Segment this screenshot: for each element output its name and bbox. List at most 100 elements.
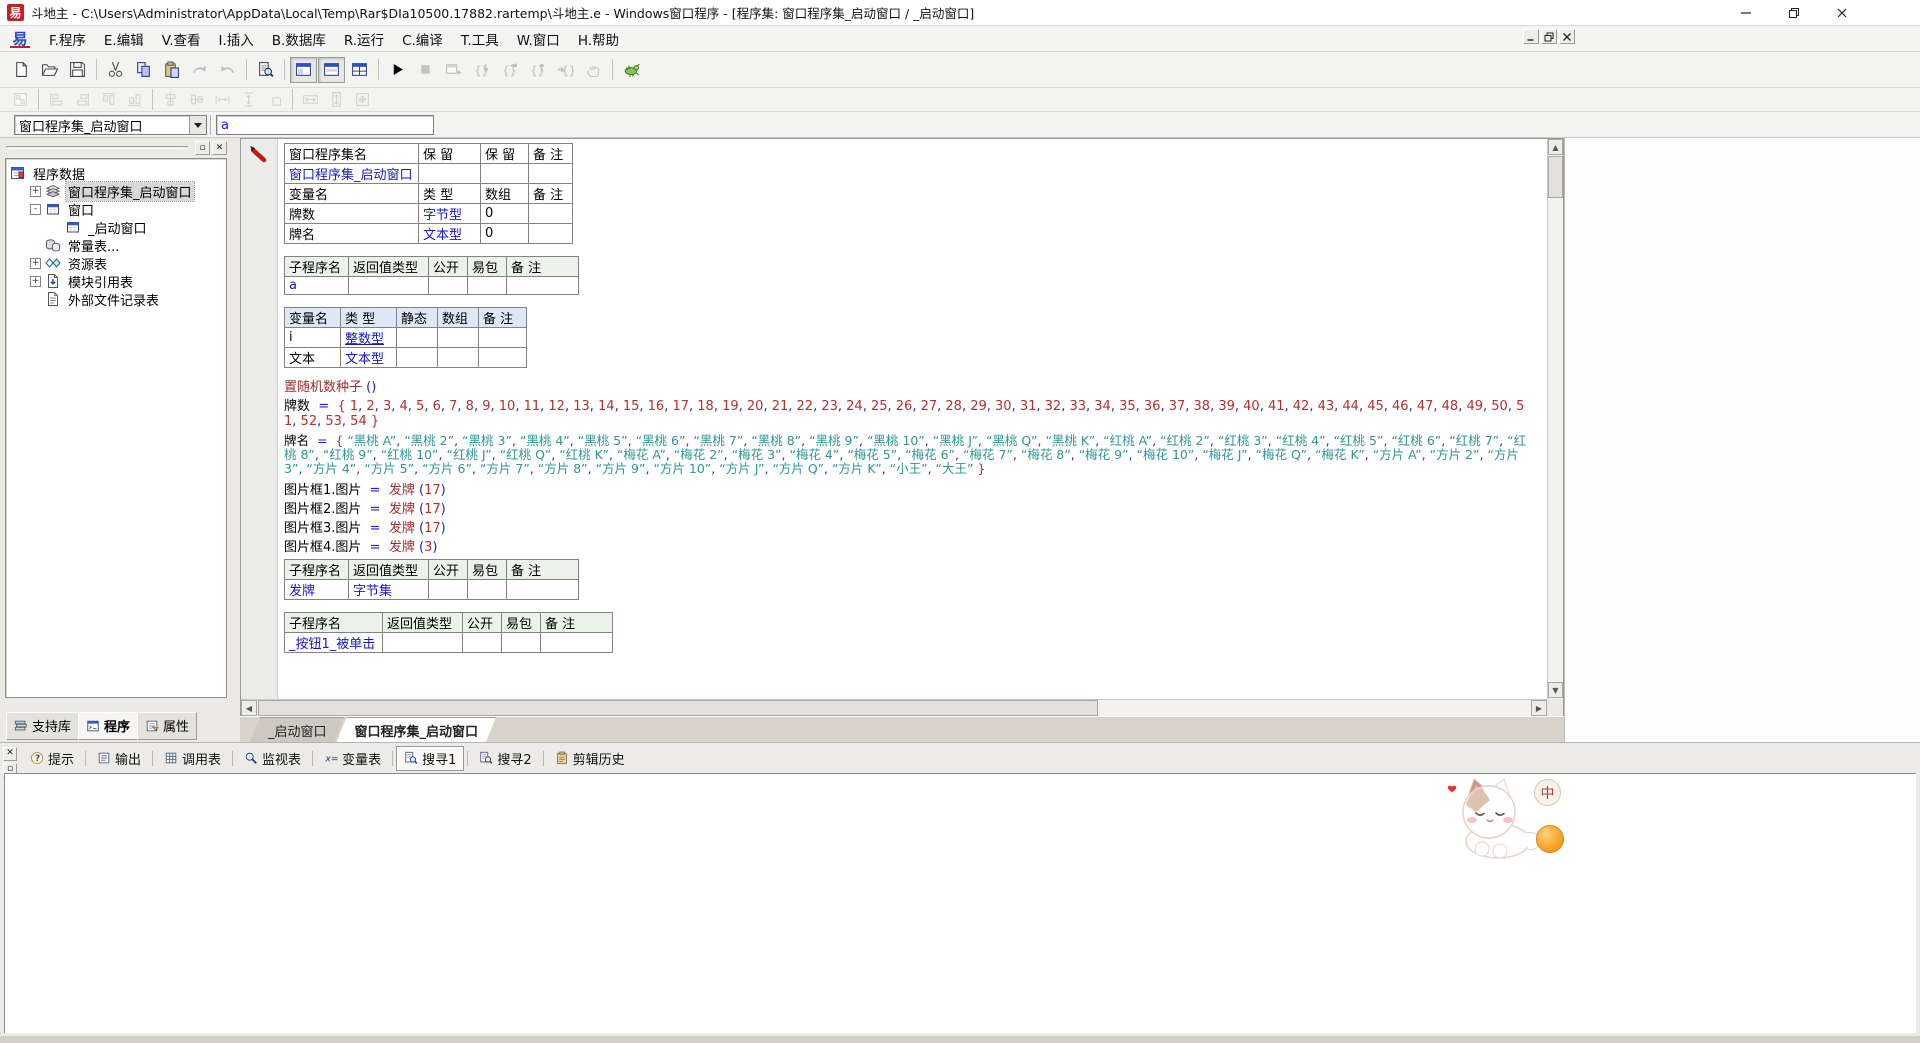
- table-cell[interactable]: [468, 277, 507, 295]
- table-cell[interactable]: 文本: [285, 348, 341, 368]
- table-cell[interactable]: 易包: [468, 560, 507, 580]
- table-cell[interactable]: [429, 580, 468, 600]
- output-tab-调用表[interactable]: 调用表: [156, 746, 229, 771]
- table-cell[interactable]: [541, 633, 613, 653]
- paste-button[interactable]: [158, 57, 185, 83]
- table-cell[interactable]: 备 注: [479, 308, 527, 328]
- table-cell[interactable]: 牌名: [285, 224, 419, 244]
- table-cell[interactable]: 文本型: [419, 224, 481, 244]
- widget-box-button[interactable]: [8, 89, 33, 110]
- table-cell[interactable]: 子程序名: [285, 613, 383, 633]
- helper-bug-button[interactable]: [618, 57, 645, 83]
- tree-expander[interactable]: +: [30, 276, 41, 287]
- scroll-up-icon[interactable]: ▲: [1548, 139, 1563, 155]
- assembly-combo[interactable]: 窗口程序集_启动窗口: [14, 115, 207, 135]
- dock-close-button[interactable]: ✕: [212, 141, 227, 155]
- table-cell[interactable]: 文本型: [341, 348, 397, 368]
- table-cell[interactable]: 保 留: [419, 144, 481, 164]
- center-h-button[interactable]: [158, 89, 183, 110]
- close-button[interactable]: [1818, 0, 1866, 26]
- vertical-scrollbar-thumb[interactable]: [1548, 156, 1563, 198]
- table-cell[interactable]: 公开: [463, 613, 502, 633]
- table-cell[interactable]: 字节型: [419, 204, 481, 224]
- tree-item[interactable]: +模块引用表: [6, 272, 226, 290]
- space-h-button[interactable]: [210, 89, 235, 110]
- table-cell[interactable]: 数组: [438, 308, 479, 328]
- table-cell[interactable]: [429, 277, 468, 295]
- vertical-scrollbar[interactable]: ▲ ▼: [1547, 139, 1563, 699]
- output-content[interactable]: [4, 773, 1916, 1033]
- table-cell[interactable]: [419, 164, 481, 184]
- table-cell[interactable]: 公开: [429, 560, 468, 580]
- output-tab-监视表[interactable]: 监视表: [236, 746, 309, 771]
- open-file-button[interactable]: [36, 57, 63, 83]
- same-size-button[interactable]: [350, 89, 375, 110]
- mdi-restore-button[interactable]: [1541, 29, 1557, 44]
- code-line[interactable]: 图片框2.图片 = 发牌 (17): [284, 500, 1536, 519]
- table-cell[interactable]: [529, 224, 573, 244]
- same-height-button[interactable]: [324, 89, 349, 110]
- table-cell[interactable]: 类 型: [341, 308, 397, 328]
- output-tab-输出[interactable]: 输出: [89, 746, 149, 771]
- table-cell[interactable]: 返回值类型: [349, 560, 429, 580]
- view-grid-button[interactable]: [346, 57, 373, 83]
- table-cell[interactable]: 返回值类型: [349, 257, 429, 277]
- dock-tab-支持库[interactable]: 支持库: [6, 712, 79, 740]
- ime-orange-badge[interactable]: [1536, 825, 1564, 853]
- table-cell[interactable]: 变量名: [285, 308, 341, 328]
- space-v-button[interactable]: [236, 89, 261, 110]
- table-cell[interactable]: 字节集: [349, 580, 429, 600]
- menu-item[interactable]: C.编译: [393, 27, 452, 51]
- editor-viewport[interactable]: 窗口程序集名保 留保 留备 注窗口程序集_启动窗口变量名类 型数组备 注牌数字节…: [278, 139, 1549, 699]
- ime-language-badge[interactable]: 中: [1534, 779, 1561, 806]
- menu-item[interactable]: V.查看: [153, 27, 210, 51]
- snap-grid-button[interactable]: [262, 89, 287, 110]
- view-split-button[interactable]: [318, 57, 345, 83]
- new-file-button[interactable]: [8, 57, 35, 83]
- stop-button[interactable]: [412, 57, 439, 83]
- menu-item[interactable]: W.窗口: [508, 27, 569, 51]
- table-cell[interactable]: 窗口程序集名: [285, 144, 419, 164]
- code-line[interactable]: 图片框3.图片 = 发牌 (17): [284, 519, 1536, 538]
- undo-button[interactable]: [214, 57, 241, 83]
- run-to-cursor-button[interactable]: {}: [552, 57, 579, 83]
- table-cell[interactable]: 变量名: [285, 184, 419, 204]
- expression-input[interactable]: [216, 115, 434, 135]
- table-cell[interactable]: 0: [481, 224, 529, 244]
- tree-item[interactable]: 程序数据: [6, 164, 226, 182]
- table-cell[interactable]: [397, 328, 438, 348]
- menu-item[interactable]: E.编辑: [95, 27, 153, 51]
- table-cell[interactable]: [529, 204, 573, 224]
- table-cell[interactable]: 数组: [481, 184, 529, 204]
- dock-float-button[interactable]: ▫: [195, 141, 210, 155]
- table-cell[interactable]: 备 注: [507, 257, 579, 277]
- table-cell[interactable]: [463, 633, 502, 653]
- table-cell[interactable]: 静态: [397, 308, 438, 328]
- pause-hand-button[interactable]: [580, 57, 607, 83]
- code-line[interactable]: 图片框1.图片 = 发牌 (17): [284, 481, 1536, 500]
- dock-tab-程序[interactable]: 程序: [78, 712, 138, 740]
- table-cell[interactable]: 发牌: [285, 580, 349, 600]
- mdi-minimize-button[interactable]: [1523, 29, 1539, 44]
- table-cell[interactable]: 子程序名: [285, 560, 349, 580]
- code-line[interactable]: 牌名 = { “黑桃 A”, “黑桃 2”, “黑桃 3”, “黑桃 4”, “…: [284, 434, 1536, 476]
- table-cell[interactable]: [481, 164, 529, 184]
- output-tab-剪辑历史[interactable]: 剪辑历史: [547, 746, 633, 771]
- output-tab-搜寻1[interactable]: 搜寻1: [396, 746, 464, 771]
- step-out-button[interactable]: {}: [524, 57, 551, 83]
- menu-item[interactable]: H.帮助: [569, 27, 628, 51]
- table-cell[interactable]: a: [285, 277, 349, 295]
- output-tab-搜寻2[interactable]: 搜寻2: [471, 746, 539, 771]
- view-form-button[interactable]: [290, 57, 317, 83]
- table-cell[interactable]: [507, 277, 579, 295]
- copy-button[interactable]: [130, 57, 157, 83]
- menu-item[interactable]: B.数据库: [263, 27, 335, 51]
- table-cell[interactable]: _按钮1_被单击: [285, 633, 383, 653]
- scroll-left-icon[interactable]: ◀: [241, 700, 257, 716]
- cut-button[interactable]: [102, 57, 129, 83]
- menu-item[interactable]: T.工具: [452, 27, 508, 51]
- output-close-button[interactable]: ✕: [3, 747, 17, 761]
- code-line[interactable]: 牌数 = { 1, 2, 3, 4, 5, 6, 7, 8, 9, 10, 11…: [284, 399, 1536, 429]
- table-cell[interactable]: 易包: [468, 257, 507, 277]
- output-tab-提示[interactable]: ?提示: [22, 746, 82, 771]
